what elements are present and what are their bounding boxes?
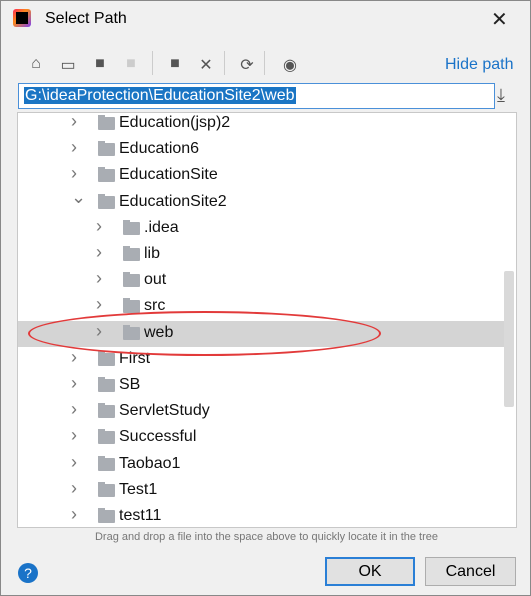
- window-title: Select Path: [45, 10, 127, 27]
- tree-row[interactable]: › Education6: [18, 137, 504, 163]
- home-icon[interactable]: ⌂: [26, 55, 46, 73]
- tree-row[interactable]: › Taobao1: [18, 452, 504, 478]
- toolbar-divider: [264, 51, 265, 75]
- tree-row[interactable]: › out: [18, 268, 504, 294]
- cancel-button[interactable]: Cancel: [425, 557, 516, 586]
- chevron-down-icon[interactable]: ⌄: [71, 187, 86, 208]
- folder-icon: [123, 219, 140, 235]
- folder-icon: [98, 350, 115, 366]
- tree-row-label: EducationSite: [119, 166, 218, 184]
- folder-icon: [123, 246, 140, 261]
- path-input[interactable]: G:\ideaProtection\EducationSite2\web: [18, 83, 495, 109]
- tree-row-label: Successful: [119, 428, 197, 446]
- chevron-right-icon[interactable]: ›: [71, 163, 77, 184]
- tree-row[interactable]: › test11: [18, 504, 504, 527]
- chevron-right-icon[interactable]: ›: [96, 242, 102, 263]
- app-logo: [13, 9, 31, 27]
- scrollbar-thumb[interactable]: [504, 271, 514, 407]
- folder-icon: [123, 298, 140, 314]
- folder-icon: [98, 115, 115, 130]
- tree-row-label: ServletStudy: [119, 402, 210, 420]
- tree-row-label: test11: [119, 507, 162, 524]
- chevron-right-icon[interactable]: ›: [71, 373, 77, 394]
- folder-icon: [98, 403, 115, 419]
- toolbar-divider: [224, 51, 225, 75]
- tree-row-label: lib: [144, 245, 161, 262]
- chevron-right-icon[interactable]: ›: [71, 399, 77, 420]
- delete-icon[interactable]: ✕: [196, 55, 216, 75]
- tree-row[interactable]: › lib: [18, 242, 504, 268]
- tree-row[interactable]: › EducationSite: [18, 163, 504, 189]
- tree-row[interactable]: › SB: [18, 373, 504, 399]
- tree-row-label: Taobao1: [119, 454, 181, 472]
- ok-button[interactable]: OK: [325, 557, 415, 586]
- annotation-ellipse: [28, 311, 381, 356]
- refresh-icon[interactable]: ⟳: [237, 55, 257, 75]
- show-hidden-icon[interactable]: ◉: [280, 55, 300, 75]
- folder-icon: [98, 508, 115, 523]
- folder-icon: [98, 167, 115, 183]
- desktop-icon[interactable]: ▭: [58, 55, 78, 75]
- module-folder-icon[interactable]: ■: [121, 55, 141, 73]
- download-icon[interactable]: ⤓: [497, 85, 505, 106]
- path-value: G:\ideaProtection\EducationSite2\web: [24, 87, 296, 104]
- tree-row-label: Education(jsp)2: [119, 114, 231, 131]
- folder-icon: [98, 377, 115, 392]
- folder-icon: [123, 272, 140, 288]
- project-folder-icon[interactable]: ■: [90, 55, 110, 73]
- new-folder-icon[interactable]: ■: [165, 55, 185, 73]
- chevron-right-icon[interactable]: ›: [71, 347, 77, 368]
- toolbar-divider: [152, 51, 153, 75]
- chevron-right-icon[interactable]: ›: [96, 268, 102, 289]
- chevron-right-icon[interactable]: ›: [71, 113, 77, 132]
- tree-row[interactable]: › .idea: [18, 216, 504, 242]
- chevron-right-icon[interactable]: ›: [71, 137, 77, 158]
- folder-icon: [98, 141, 115, 157]
- folder-icon: [98, 481, 115, 497]
- chevron-right-icon[interactable]: ›: [96, 216, 102, 237]
- tree-row-label: out: [144, 271, 167, 289]
- tree-row[interactable]: ⌄ EducationSite2: [18, 187, 504, 216]
- folder-icon: [98, 455, 115, 471]
- chevron-right-icon[interactable]: ›: [71, 425, 77, 446]
- chevron-right-icon[interactable]: ›: [71, 478, 77, 499]
- help-button[interactable]: ?: [18, 563, 38, 583]
- close-button[interactable]: ✕: [491, 7, 508, 32]
- folder-icon: [98, 193, 115, 209]
- tree-row-label: Test1: [119, 480, 158, 498]
- tree-row-label: SB: [119, 376, 141, 393]
- chevron-right-icon[interactable]: ›: [71, 452, 77, 473]
- chevron-right-icon[interactable]: ›: [71, 504, 77, 525]
- folder-icon: [98, 429, 115, 445]
- chevron-right-icon[interactable]: ›: [96, 294, 102, 315]
- tree-row-label: EducationSite2: [119, 192, 227, 210]
- tree-row[interactable]: › Successful: [18, 425, 504, 451]
- tree-row[interactable]: › Education(jsp)2: [18, 113, 504, 137]
- hide-path-link[interactable]: Hide path: [445, 56, 514, 74]
- tree-row[interactable]: › ServletStudy: [18, 399, 504, 425]
- tree-row-label: Education6: [119, 140, 200, 158]
- tree-row-label: .idea: [144, 218, 179, 236]
- tree-row[interactable]: › Test1: [18, 478, 504, 504]
- drag-drop-hint: Drag and drop a file into the space abov…: [94, 531, 439, 543]
